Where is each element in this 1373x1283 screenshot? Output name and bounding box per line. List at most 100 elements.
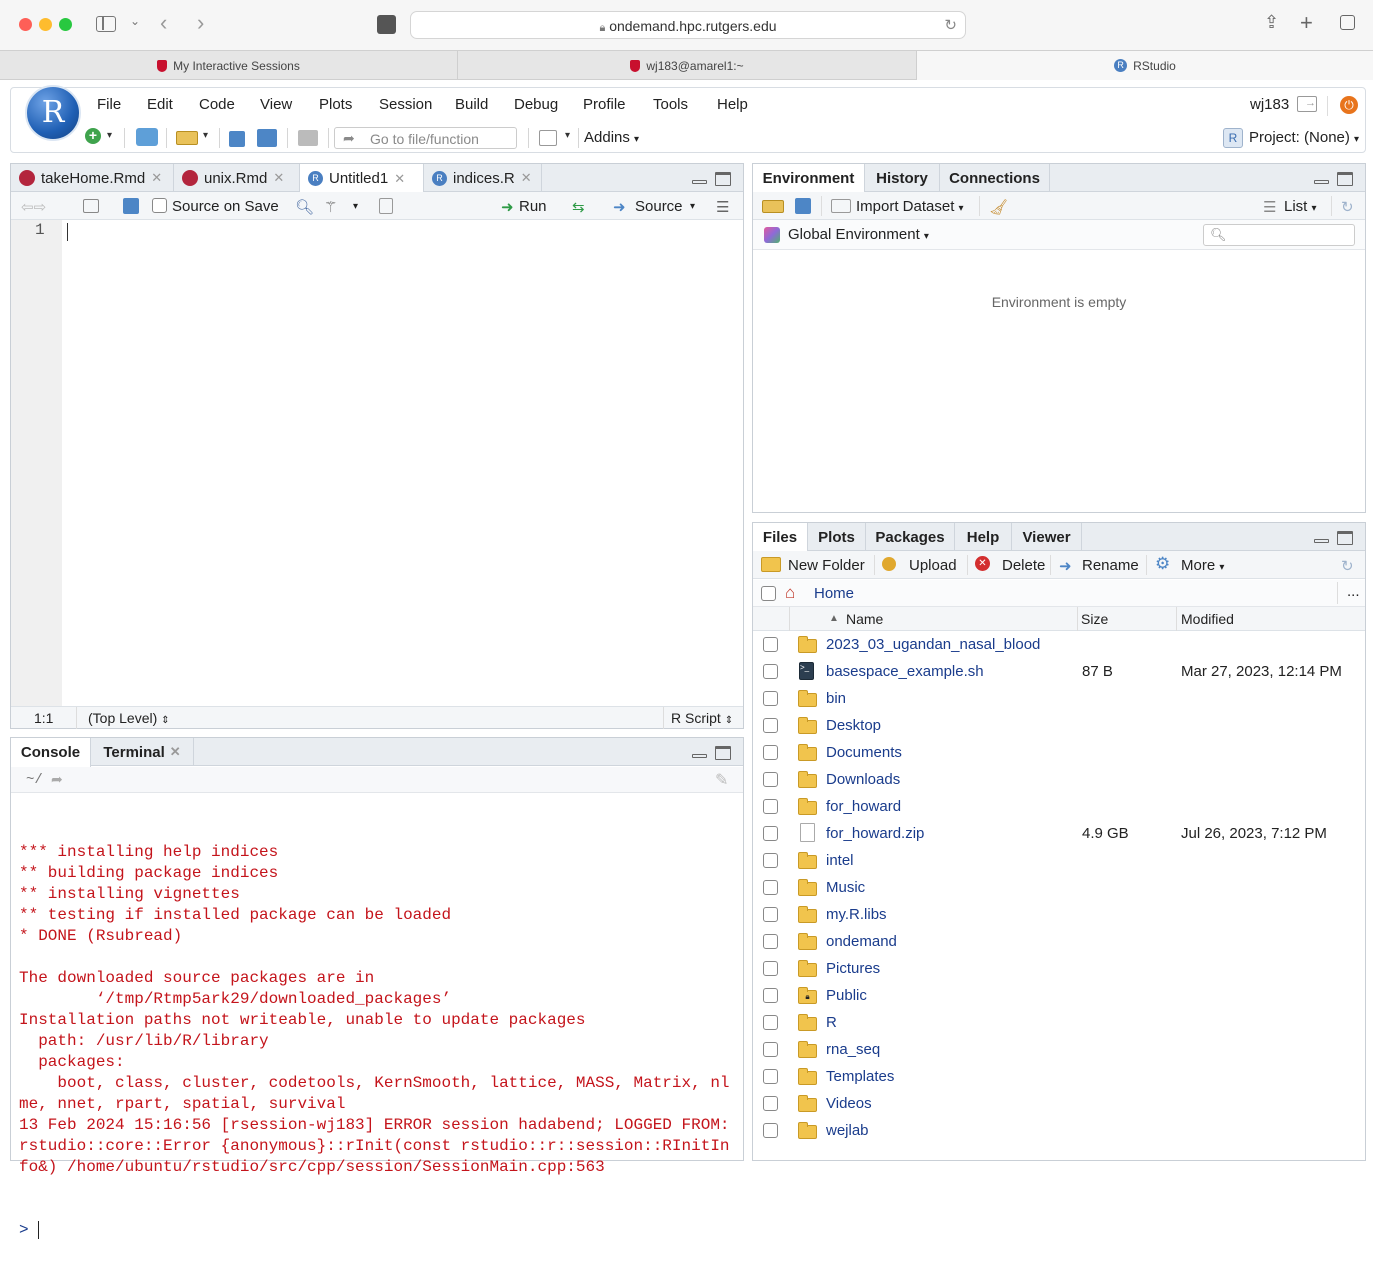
menu-build[interactable]: Build: [455, 96, 488, 113]
menu-plots[interactable]: Plots: [319, 96, 352, 113]
minimize-pane-icon[interactable]: [692, 172, 708, 186]
row-checkbox[interactable]: [763, 799, 778, 814]
file-name-link[interactable]: 2023_03_ugandan_nasal_blood: [826, 636, 1040, 653]
file-name-link[interactable]: basespace_example.sh: [826, 663, 984, 680]
compile-report-icon[interactable]: [379, 198, 393, 214]
outline-icon[interactable]: ☰: [716, 198, 729, 216]
filetype-selector[interactable]: R Script ⇕: [671, 710, 733, 726]
tab-connections[interactable]: Connections: [940, 164, 1050, 192]
go-to-directory-button[interactable]: ...: [1347, 583, 1360, 600]
file-name-link[interactable]: wejlab: [826, 1122, 869, 1139]
save-icon[interactable]: [123, 198, 139, 214]
table-row[interactable]: my.R.libs: [753, 901, 1365, 928]
console-output[interactable]: *** installing help indices ** building p…: [19, 800, 739, 1283]
menu-tools[interactable]: Tools: [653, 96, 688, 113]
row-checkbox[interactable]: [763, 988, 778, 1003]
row-checkbox[interactable]: [763, 718, 778, 733]
file-name-link[interactable]: for_howard.zip: [826, 825, 924, 842]
console-prompt-line[interactable]: >: [19, 1220, 739, 1241]
maximize-pane-icon[interactable]: [715, 746, 731, 760]
menu-help[interactable]: Help: [717, 96, 748, 113]
addins-menu[interactable]: Addins ▾: [584, 129, 639, 146]
forward-icon[interactable]: ›: [197, 10, 204, 36]
table-row[interactable]: ondemand: [753, 928, 1365, 955]
maximize-pane-icon[interactable]: [1337, 531, 1353, 545]
new-file-dropdown-icon[interactable]: ▾: [107, 130, 112, 141]
table-row[interactable]: Documents: [753, 739, 1365, 766]
refresh-icon[interactable]: ↻: [1341, 198, 1354, 216]
row-checkbox[interactable]: [763, 637, 778, 652]
new-file-icon[interactable]: +: [85, 128, 101, 144]
menu-session[interactable]: Session: [379, 96, 432, 113]
file-name-link[interactable]: rna_seq: [826, 1041, 880, 1058]
row-checkbox[interactable]: [763, 745, 778, 760]
table-row[interactable]: >_ basespace_example.sh 87 B Mar 27, 2023, …: [753, 658, 1365, 685]
file-name-link[interactable]: Pictures: [826, 960, 880, 977]
row-checkbox[interactable]: [763, 934, 778, 949]
tab-history[interactable]: History: [865, 164, 940, 192]
row-checkbox[interactable]: [763, 691, 778, 706]
minimize-window-button[interactable]: [39, 18, 52, 31]
show-in-window-icon[interactable]: [83, 199, 99, 213]
menu-debug[interactable]: Debug: [514, 96, 558, 113]
close-tab-icon[interactable]: ✕: [521, 170, 532, 186]
file-name-link[interactable]: Downloads: [826, 771, 900, 788]
magic-wand-icon[interactable]: ⚚: [324, 198, 337, 216]
environment-search-input[interactable]: 🔍︎: [1203, 224, 1355, 246]
search-icon[interactable]: 🔍︎: [295, 198, 314, 216]
rerun-icon[interactable]: ⇆: [572, 198, 585, 216]
minimize-pane-icon[interactable]: [692, 746, 708, 760]
upload-button[interactable]: Upload: [909, 557, 957, 574]
chevron-down-icon[interactable]: ⌄: [130, 14, 140, 28]
power-icon[interactable]: ⏻: [1340, 96, 1358, 114]
close-tab-icon[interactable]: ✕: [273, 170, 284, 186]
file-name-link[interactable]: intel: [826, 852, 854, 869]
file-name-link[interactable]: my.R.libs: [826, 906, 887, 923]
open-file-icon[interactable]: [176, 131, 198, 145]
menu-file[interactable]: File: [97, 96, 121, 113]
load-workspace-icon[interactable]: [762, 200, 784, 213]
wand-dropdown-icon[interactable]: ▾: [353, 201, 358, 212]
save-workspace-icon[interactable]: [795, 198, 811, 214]
more-button[interactable]: More ▾: [1181, 557, 1224, 574]
goto-directory-icon[interactable]: ➦: [51, 771, 63, 788]
breadcrumb-home[interactable]: Home: [814, 585, 854, 602]
menu-code[interactable]: Code: [199, 96, 235, 113]
new-tab-icon[interactable]: +: [1300, 10, 1313, 36]
panes-dropdown-icon[interactable]: ▾: [565, 130, 570, 141]
new-project-icon[interactable]: [136, 128, 158, 146]
table-row[interactable]: Pictures: [753, 955, 1365, 982]
row-checkbox[interactable]: [763, 1015, 778, 1030]
back-icon[interactable]: ‹: [160, 10, 167, 36]
file-name-link[interactable]: R: [826, 1014, 837, 1031]
tab-console[interactable]: Console: [11, 738, 91, 767]
file-name-link[interactable]: Music: [826, 879, 865, 896]
row-checkbox[interactable]: [763, 1123, 778, 1138]
save-all-icon[interactable]: [257, 129, 277, 147]
table-row[interactable]: Downloads: [753, 766, 1365, 793]
menu-view[interactable]: View: [260, 96, 292, 113]
sidebar-icon[interactable]: [96, 16, 116, 32]
goto-file-input[interactable]: ➦ Go to file/function: [334, 127, 517, 149]
refresh-icon[interactable]: ↻: [1341, 557, 1354, 575]
back-nav-icon[interactable]: ⇦⇨: [21, 198, 46, 216]
browser-tab-terminal[interactable]: wj183@amarel1:~: [458, 51, 916, 80]
table-row[interactable]: Videos: [753, 1090, 1365, 1117]
project-menu[interactable]: Project: (None) ▾: [1249, 129, 1359, 146]
tab-indices-r[interactable]: R indices.R ✕: [424, 164, 542, 192]
select-all-checkbox[interactable]: [761, 586, 776, 601]
close-tab-icon[interactable]: ✕: [170, 744, 181, 760]
open-dropdown-icon[interactable]: ▾: [203, 130, 208, 141]
environment-scope-selector[interactable]: Global Environment ▾: [788, 226, 929, 243]
menu-edit[interactable]: Edit: [147, 96, 173, 113]
row-checkbox[interactable]: [763, 853, 778, 868]
delete-button[interactable]: Delete: [1002, 557, 1045, 574]
table-row[interactable]: 🔒︎ Public: [753, 982, 1365, 1009]
column-modified[interactable]: Modified: [1181, 611, 1234, 627]
menu-profile[interactable]: Profile: [583, 96, 626, 113]
table-row[interactable]: Desktop: [753, 712, 1365, 739]
file-name-link[interactable]: ondemand: [826, 933, 897, 950]
source-button[interactable]: Source: [635, 198, 683, 215]
zoom-window-button[interactable]: [59, 18, 72, 31]
run-button[interactable]: Run: [519, 198, 547, 215]
